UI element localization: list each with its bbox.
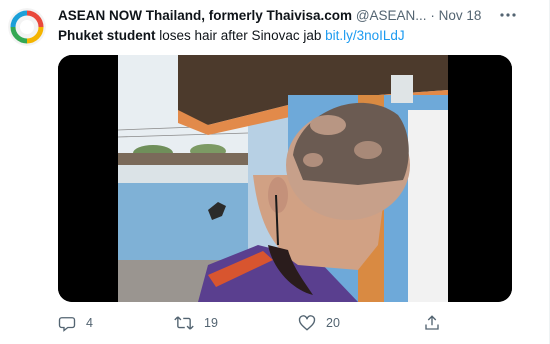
more-options-icon: [500, 13, 516, 17]
tweet-date[interactable]: Nov 18: [439, 8, 482, 23]
author-name[interactable]: ASEAN NOW Thailand, formerly Thaivisa.co…: [58, 8, 352, 23]
separator-dot: ·: [430, 8, 435, 23]
like-count: 20: [326, 316, 340, 330]
like-button[interactable]: 20: [298, 312, 340, 334]
tweet[interactable]: ASEAN NOW Thailand, formerly Thaivisa.co…: [0, 0, 550, 344]
retweet-count: 19: [204, 316, 218, 330]
tweet-header: ASEAN NOW Thailand, formerly Thaivisa.co…: [58, 8, 528, 26]
more-options-button[interactable]: [494, 4, 522, 26]
tweet-text-body: loses hair after Sinovac jab: [155, 28, 326, 43]
retweet-button[interactable]: 19: [174, 312, 218, 334]
share-icon: [425, 315, 439, 330]
retweet-icon: [174, 316, 194, 330]
tweet-text-bold: Phuket student: [58, 28, 156, 43]
tweet-link[interactable]: bit.ly/3noILdJ: [325, 28, 405, 43]
asean-now-logo: [8, 8, 46, 46]
tweet-text: Phuket student loses hair after Sinovac …: [58, 28, 405, 43]
tweet-photo[interactable]: [58, 55, 512, 302]
photo-of-student-with-hair-loss: [58, 55, 512, 302]
tweet-actions: 4 19 20: [58, 312, 478, 334]
reply-icon: [58, 317, 76, 332]
share-button[interactable]: [423, 312, 441, 334]
reply-count: 4: [86, 316, 93, 330]
like-icon: [298, 315, 316, 331]
author-handle[interactable]: @ASEAN...: [356, 8, 427, 23]
reply-button[interactable]: 4: [58, 312, 93, 334]
avatar[interactable]: [8, 8, 46, 46]
